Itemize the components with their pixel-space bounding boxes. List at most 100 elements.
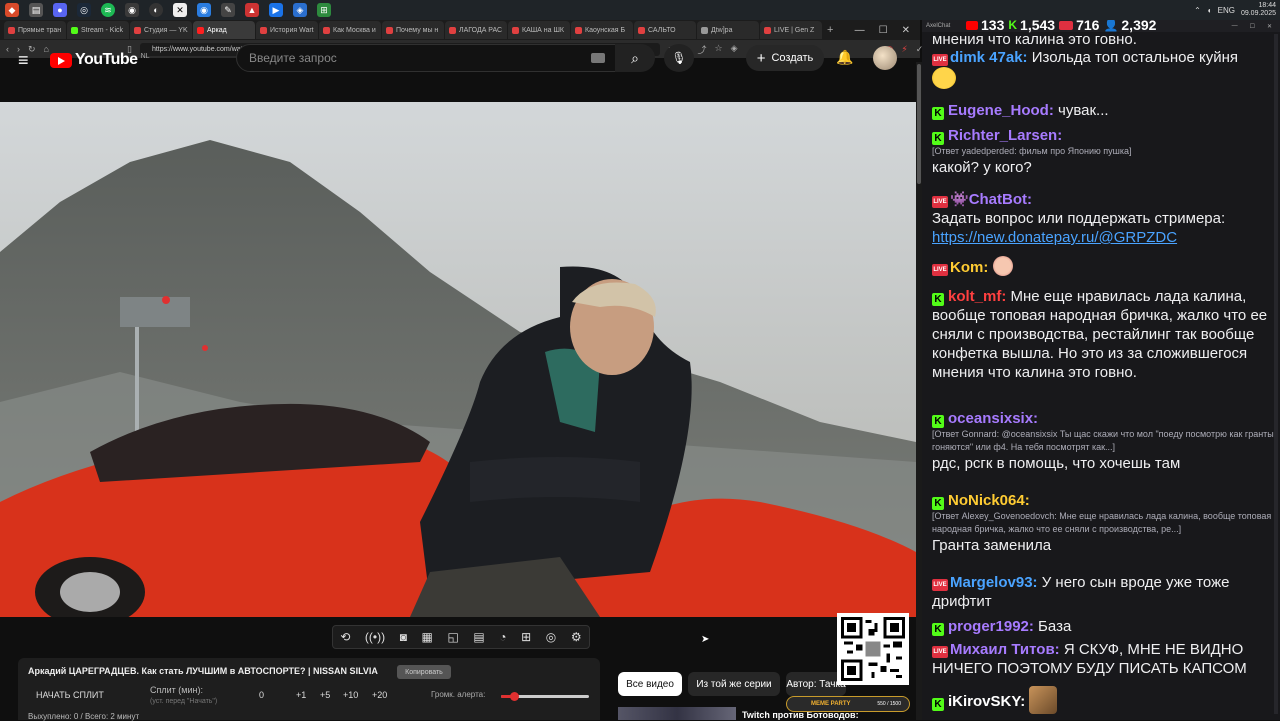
- language-indicator[interactable]: ENG: [1218, 6, 1235, 15]
- username[interactable]: NoNick064:: [948, 492, 1030, 509]
- app-icon[interactable]: ⊞: [317, 3, 331, 17]
- search-button[interactable]: ⌕: [615, 44, 655, 72]
- file-icon[interactable]: ▤: [29, 3, 43, 17]
- tab[interactable]: Студия — YK: [130, 21, 192, 39]
- clapperboard-icon[interactable]: ▦: [422, 630, 433, 644]
- settings-icon[interactable]: ⚙: [571, 630, 582, 644]
- screenshot-icon[interactable]: ◎: [546, 630, 556, 644]
- create-button[interactable]: + Создать: [746, 45, 824, 71]
- slider-handle[interactable]: [510, 692, 520, 701]
- reply-quote: [Ответ Gonnard: @oceansixsix Ты щас скаж…: [932, 429, 1274, 452]
- tab[interactable]: Как Москва и: [319, 21, 381, 39]
- username[interactable]: iKirovSKY:: [948, 693, 1025, 710]
- username[interactable]: kolt_mf:: [948, 288, 1006, 305]
- close-icon[interactable]: ✕: [902, 25, 910, 36]
- start-split-button[interactable]: НАЧАТЬ СПЛИТ: [36, 690, 104, 700]
- obs-icon[interactable]: ◐: [149, 3, 163, 17]
- chat-app-name: AxelChat: [926, 23, 951, 29]
- tab[interactable]: LIVE | Gen Z: [760, 21, 822, 39]
- notifications-icon[interactable]: 🔔: [836, 49, 853, 66]
- picture-in-picture-icon[interactable]: ◱: [447, 630, 458, 644]
- voice-search-button[interactable]: 🎙: [664, 44, 694, 72]
- tab-active[interactable]: Аркад: [193, 21, 255, 39]
- spotify-icon[interactable]: ≋: [101, 3, 115, 17]
- chat-message: мнения что калина это говно.: [932, 30, 1276, 49]
- split-add-20-button[interactable]: +20: [372, 690, 387, 700]
- username[interactable]: Eugene_Hood:: [948, 102, 1054, 119]
- avatar[interactable]: [873, 46, 897, 70]
- kick-badge-icon: K: [932, 132, 944, 145]
- cross-icon[interactable]: ✕: [173, 3, 187, 17]
- username[interactable]: oceansixsix:: [948, 410, 1038, 427]
- menu-icon[interactable]: ≡: [18, 51, 34, 69]
- keyboard-icon[interactable]: [591, 53, 605, 63]
- app-icon[interactable]: ▲: [245, 3, 259, 17]
- chip-all-videos[interactable]: Все видео: [618, 672, 682, 696]
- tab[interactable]: КАША на ШК: [508, 21, 570, 39]
- username[interactable]: Margelov93:: [950, 574, 1038, 591]
- media-icon[interactable]: ▶: [269, 3, 283, 17]
- favicon-icon: [701, 26, 708, 34]
- minimize-icon[interactable]: —: [855, 25, 865, 36]
- tab[interactable]: САЛЬТО: [634, 21, 696, 39]
- speaker-icon[interactable]: ◖: [1207, 6, 1212, 15]
- watch-icon[interactable]: ◙: [400, 630, 407, 644]
- username[interactable]: Михаил Титов:: [950, 641, 1060, 658]
- chat-message: LIVE Kom:: [932, 256, 1276, 277]
- broadcast-icon[interactable]: ((•)): [365, 630, 385, 644]
- subtitles-icon[interactable]: ▤: [473, 630, 484, 644]
- new-tab-icon[interactable]: +: [827, 24, 833, 36]
- split-add-5-button[interactable]: +5: [320, 690, 330, 700]
- tab[interactable]: Каоунская Б: [571, 21, 633, 39]
- tab-label: САЛЬТО: [648, 26, 676, 34]
- close-icon[interactable]: ✕: [1267, 23, 1272, 30]
- logo-text: YouTube: [75, 51, 138, 68]
- username[interactable]: ChatBot:: [969, 191, 1032, 208]
- browser-icon[interactable]: ◉: [197, 3, 211, 17]
- username[interactable]: Kom:: [950, 259, 988, 276]
- window-controls: — ☐ ✕: [855, 25, 920, 36]
- alert-volume-slider[interactable]: [501, 692, 589, 701]
- tab-label: КАША на ШК: [522, 26, 564, 34]
- scrollbar-thumb[interactable]: [917, 64, 921, 184]
- chip-same-series[interactable]: Из той же серии: [688, 672, 780, 696]
- browser-icon[interactable]: ◆: [5, 3, 19, 17]
- discord-icon[interactable]: ●: [53, 3, 67, 17]
- app-icon[interactable]: ◉: [125, 3, 139, 17]
- edit-icon[interactable]: ✎: [221, 3, 235, 17]
- donate-link[interactable]: https://new.donatepay.ru/@GRPZDC: [932, 229, 1177, 246]
- clock[interactable]: 18:44 09.09.2025: [1241, 2, 1276, 18]
- face-emoji-icon: [992, 256, 1013, 276]
- tab[interactable]: Почему мы н: [382, 21, 444, 39]
- chat-scrollbar[interactable]: [1274, 34, 1278, 714]
- live-badge-icon: LIVE: [932, 54, 948, 66]
- chevron-up-icon[interactable]: ⌃: [1194, 6, 1201, 15]
- username[interactable]: Richter_Larsen:: [948, 127, 1062, 144]
- repeat-icon[interactable]: ⟲: [340, 630, 350, 644]
- split-add-10-button[interactable]: +10: [343, 690, 358, 700]
- search-input[interactable]: Введите запрос: [236, 44, 616, 72]
- tab[interactable]: Прямые тран: [4, 21, 66, 39]
- tab[interactable]: Stream - Kick: [67, 21, 129, 39]
- youtube-logo[interactable]: YouTube NL: [50, 51, 150, 69]
- username[interactable]: proger1992:: [948, 618, 1034, 635]
- copy-button[interactable]: Копировать: [397, 665, 451, 679]
- app-icon[interactable]: ◈: [293, 3, 307, 17]
- split-add-1-button[interactable]: +1: [296, 690, 306, 700]
- message-text: База: [1038, 618, 1072, 635]
- maximize-icon[interactable]: ☐: [1250, 23, 1255, 30]
- add-clip-icon[interactable]: ⊞: [521, 630, 531, 644]
- video-player[interactable]: [0, 102, 916, 617]
- tab[interactable]: ЛАГОДА РАС: [445, 21, 507, 39]
- reply-quote: [Ответ Alexey_Govenoedovch: Мне еще нрав…: [932, 511, 1272, 534]
- minimize-icon[interactable]: —: [1232, 23, 1238, 30]
- steam-icon[interactable]: ◎: [77, 3, 91, 17]
- split-hint: (уст. перед "Начать"): [150, 698, 218, 705]
- tab[interactable]: Дtw]ра: [697, 21, 759, 39]
- speed-icon[interactable]: ◔: [499, 630, 506, 644]
- recommended-thumbnail[interactable]: [618, 707, 736, 720]
- tab[interactable]: История Wart: [256, 21, 318, 39]
- maximize-icon[interactable]: ☐: [879, 25, 888, 36]
- username[interactable]: dimk 47ak:: [950, 49, 1028, 66]
- youtube-play-icon: [50, 52, 72, 68]
